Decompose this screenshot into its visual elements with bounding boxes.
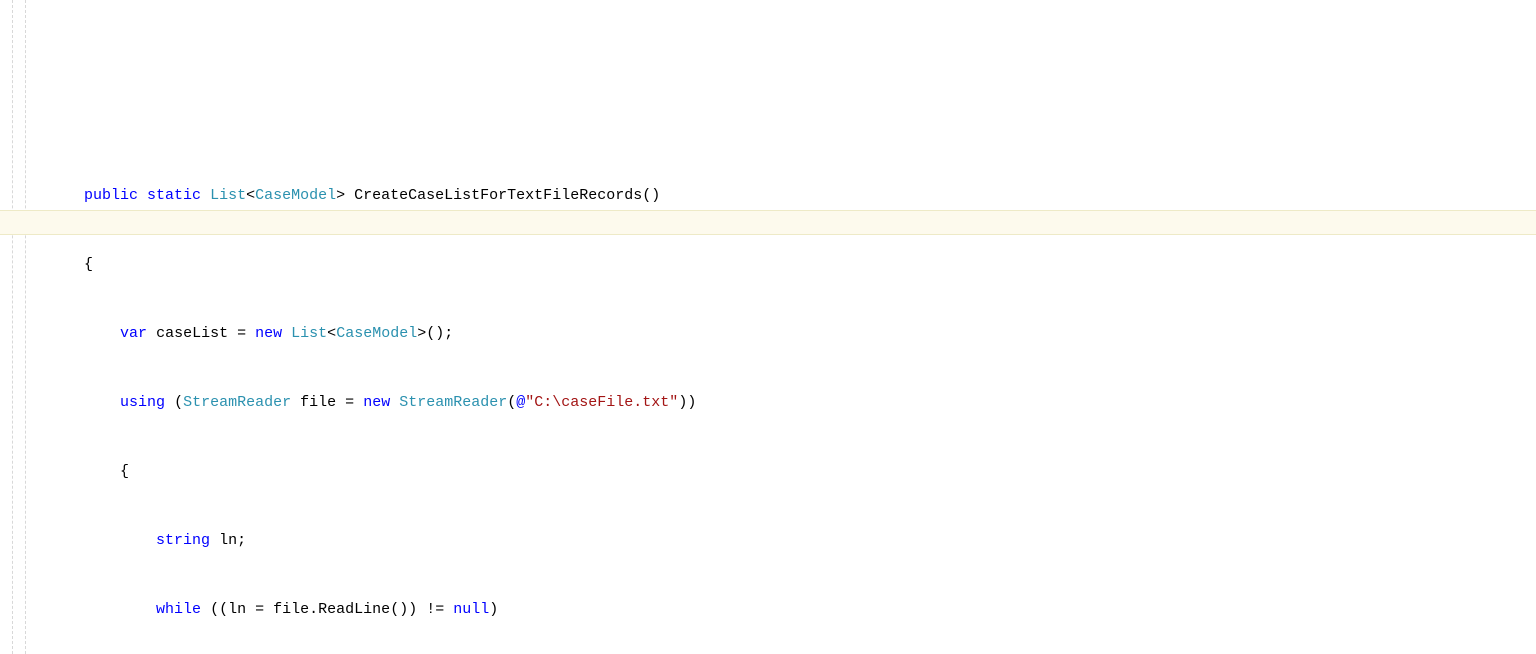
code-editor[interactable]: public static List<CaseModel> CreateCase…	[0, 0, 1536, 654]
code-line: public static List<CaseModel> CreateCase…	[12, 184, 1536, 207]
code-line: string ln;	[12, 529, 1536, 552]
code-line: {	[12, 253, 1536, 276]
code-line: {	[12, 460, 1536, 483]
code-line: while ((ln = file.ReadLine()) != null)	[12, 598, 1536, 621]
code-line: var caseList = new List<CaseModel>();	[12, 322, 1536, 345]
code-line: using (StreamReader file = new StreamRea…	[12, 391, 1536, 414]
